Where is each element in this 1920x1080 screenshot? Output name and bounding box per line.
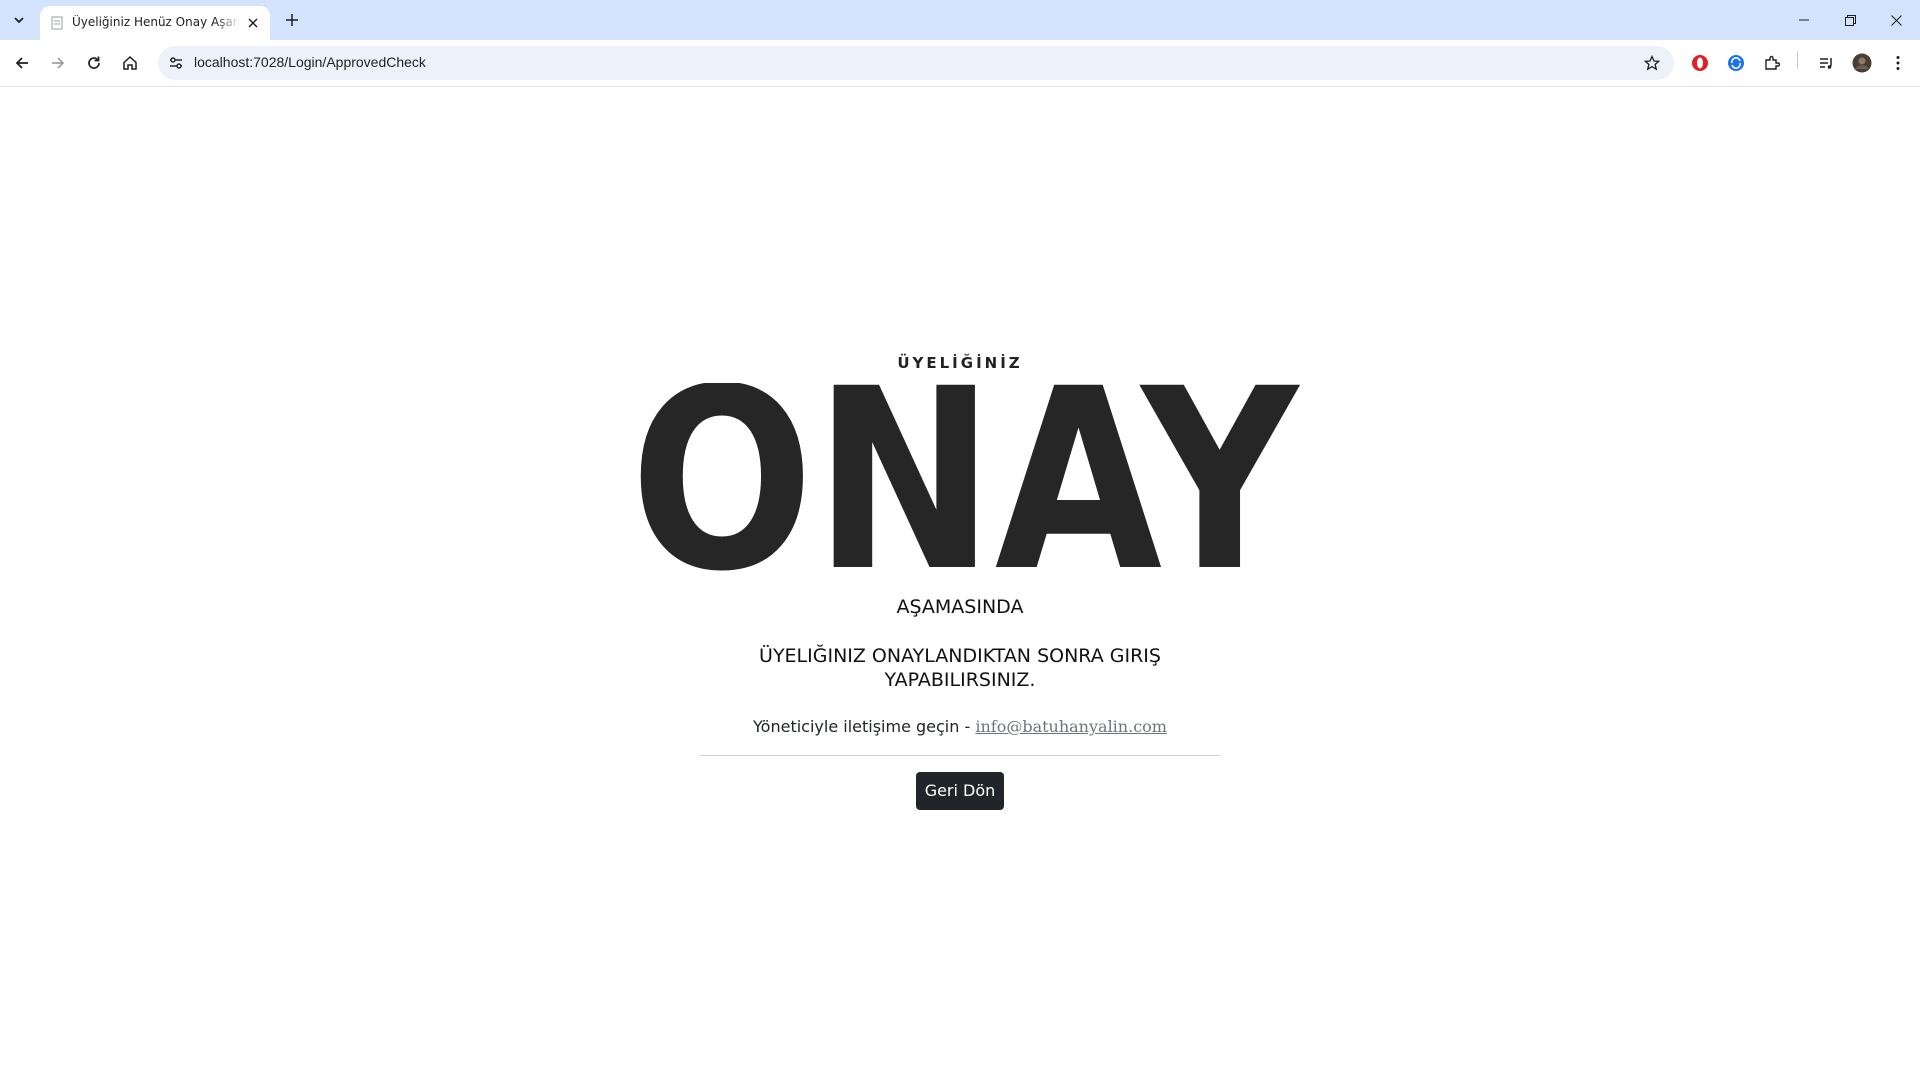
- blue-extension-button[interactable]: [1722, 49, 1750, 77]
- tab-close-button[interactable]: [244, 14, 262, 32]
- reload-icon: [88, 56, 100, 69]
- subtitle-top: ÜYELİĞİNİZ: [897, 354, 1023, 372]
- divider: [700, 755, 1220, 756]
- home-icon: [123, 55, 137, 70]
- minimize-icon: [1799, 19, 1809, 21]
- new-tab-button[interactable]: [280, 8, 304, 32]
- forward-button[interactable]: [44, 49, 72, 77]
- minimize-button[interactable]: [1781, 0, 1827, 40]
- close-icon: [248, 18, 258, 28]
- close-window-button[interactable]: [1873, 0, 1919, 40]
- media-control-icon: [1820, 58, 1832, 69]
- page-icon: [51, 16, 63, 30]
- opera-extension-button[interactable]: [1686, 49, 1714, 77]
- address-bar[interactable]: localhost:7028/Login/ApprovedCheck: [158, 46, 1674, 80]
- page-content: ÜYELİĞİNİZ ONAY AŞAMASINDA ÜYELIĞINIZ ON…: [0, 87, 1920, 1080]
- browser-tab[interactable]: Üyeliğiniz Henüz Onay Aşamasında: [40, 6, 270, 40]
- approval-message: ÜYELIĞINIZ ONAYLANDIKTAN SONRA GIRIŞ YAP…: [759, 645, 1161, 691]
- puzzle-icon: [1765, 55, 1780, 70]
- browser-menu-button[interactable]: [1884, 49, 1912, 77]
- hero-word: ONAY: [630, 383, 1301, 583]
- hero-word-text: ONAY: [630, 383, 1301, 583]
- avatar: [1852, 53, 1872, 73]
- arrow-right-icon: [52, 57, 65, 69]
- subtitle-bottom: AŞAMASINDA: [896, 596, 1024, 618]
- contact-email-link[interactable]: info@batuhanyalin.com: [975, 717, 1167, 736]
- back-button-page[interactable]: Geri Dön: [916, 772, 1004, 810]
- restore-icon: [1844, 14, 1856, 26]
- contact-line: Yöneticiyle iletişime geçin - info@batuh…: [0, 717, 1920, 736]
- plus-icon: [286, 14, 298, 26]
- extension-blue-icon: [1728, 55, 1744, 71]
- opera-icon: [1692, 55, 1708, 71]
- extensions-button[interactable]: [1758, 49, 1786, 77]
- tune-icon: [170, 57, 182, 69]
- tab-strip: Üyeliğiniz Henüz Onay Aşamasında: [0, 0, 1920, 40]
- tab-search-button[interactable]: [6, 8, 32, 32]
- back-button[interactable]: [8, 49, 36, 77]
- toolbar-divider: [1797, 51, 1798, 69]
- chevron-down-icon: [14, 17, 24, 24]
- profile-button[interactable]: [1848, 49, 1876, 77]
- reload-button[interactable]: [80, 49, 108, 77]
- restore-button[interactable]: [1827, 0, 1873, 40]
- star-icon: [1644, 55, 1660, 71]
- contact-text: Yöneticiyle iletişime geçin -: [753, 717, 976, 736]
- site-info-button[interactable]: [164, 51, 188, 75]
- media-control-button[interactable]: [1812, 49, 1840, 77]
- bookmark-button[interactable]: [1640, 51, 1664, 75]
- url-text[interactable]: localhost:7028/Login/ApprovedCheck: [194, 54, 426, 70]
- tab-title: Üyeliğiniz Henüz Onay Aşamasında: [72, 15, 240, 29]
- home-button[interactable]: [116, 49, 144, 77]
- browser-toolbar: localhost:7028/Login/ApprovedCheck: [0, 40, 1920, 87]
- kebab-menu-icon: [1896, 56, 1900, 70]
- close-icon: [1890, 14, 1902, 26]
- arrow-left-icon: [15, 57, 28, 69]
